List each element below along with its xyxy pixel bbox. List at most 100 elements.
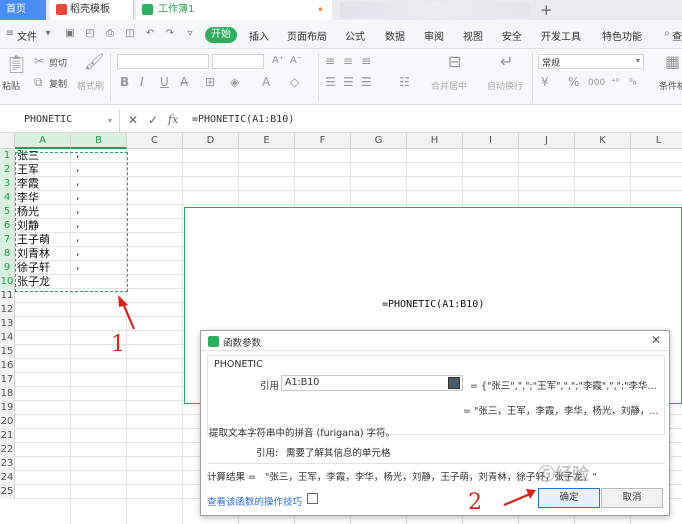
export-icon[interactable]: ◰ — [84, 28, 96, 40]
row-header-10[interactable]: 10 — [0, 275, 15, 289]
column-header-k[interactable]: K — [575, 133, 631, 149]
column-header-j[interactable]: J — [519, 133, 575, 149]
video-icon[interactable] — [307, 493, 318, 504]
menu-dev[interactable]: 开发工具 — [541, 28, 581, 43]
paste-icon[interactable]: 📋︎ — [5, 55, 28, 75]
bold-icon[interactable]: B — [120, 75, 129, 89]
menu-review[interactable]: 审阅 — [424, 28, 444, 43]
row-header-17[interactable]: 17 — [0, 373, 15, 387]
font-shrink-icon[interactable]: A⁻ — [290, 54, 302, 68]
column-header-a[interactable]: A — [15, 133, 71, 149]
cancel-button[interactable]: 取消 — [601, 488, 663, 508]
select-all-corner[interactable] — [0, 133, 15, 149]
row-header-20[interactable]: 20 — [0, 415, 15, 429]
copy-icon[interactable]: ⧉ — [34, 75, 43, 89]
font-grow-icon[interactable]: A⁺ — [272, 54, 284, 68]
tab-workbook[interactable]: 工作簿1 • — [136, 0, 332, 20]
row-header-1[interactable]: 1 — [0, 149, 15, 163]
row-header-21[interactable]: 21 — [0, 429, 15, 443]
number-format-select[interactable]: 常规 ▾ — [538, 54, 644, 69]
menu-special[interactable]: 特色功能 — [602, 28, 642, 43]
strikethrough-icon[interactable]: A̶ — [180, 75, 188, 89]
distribute-icon[interactable]: ☷ — [399, 75, 410, 89]
column-header-g[interactable]: G — [351, 133, 407, 149]
increase-decimal-icon[interactable]: ⁺⁰ — [611, 76, 619, 90]
format-painter-icon[interactable]: 🖌︎ — [84, 54, 104, 70]
cut-label[interactable]: 剪切 — [49, 56, 67, 69]
unsaved-dot-icon[interactable]: • — [317, 0, 324, 20]
font-name-select[interactable] — [117, 54, 209, 69]
column-header-l[interactable]: L — [631, 133, 682, 149]
formula-input[interactable]: =PHONETIC(A1:B10) — [192, 114, 294, 125]
currency-icon[interactable]: ¥ — [541, 75, 549, 89]
column-header-d[interactable]: D — [183, 133, 239, 149]
collapse-range-icon[interactable] — [448, 377, 460, 389]
column-header-e[interactable]: E — [239, 133, 295, 149]
column-header-i[interactable]: I — [463, 133, 519, 149]
align-left-icon[interactable]: ☰ — [325, 75, 336, 89]
thousands-icon[interactable]: 000 — [588, 76, 605, 90]
redo-icon[interactable]: ↷ — [164, 28, 176, 40]
confirm-icon[interactable]: ✓ — [148, 113, 158, 127]
align-center-icon[interactable]: ☰ — [343, 75, 354, 89]
wrap-text-icon[interactable]: ↵ — [500, 54, 513, 70]
merge-center-label[interactable]: 合并居中 — [431, 79, 467, 92]
row-header-15[interactable]: 15 — [0, 345, 15, 359]
row-header-6[interactable]: 6 — [0, 219, 15, 233]
hamburger-icon[interactable]: ≡ — [4, 28, 16, 40]
add-tab-icon[interactable]: + — [540, 0, 553, 20]
menu-search[interactable]: 查 — [672, 28, 682, 43]
row-header-13[interactable]: 13 — [0, 317, 15, 331]
align-bottom-icon[interactable]: ≡ — [361, 54, 371, 68]
tab-template[interactable]: 稻壳模板 — [50, 0, 134, 20]
paste-label[interactable]: 粘贴 — [2, 79, 20, 92]
row-header-12[interactable]: 12 — [0, 303, 15, 317]
close-icon[interactable]: ✕ — [651, 333, 661, 347]
align-right-icon[interactable]: ☰ — [361, 75, 372, 89]
row-header-11[interactable]: 11 — [0, 289, 15, 303]
font-color-icon[interactable]: A — [262, 75, 270, 89]
menu-start[interactable]: 开始 — [205, 27, 237, 43]
ok-button[interactable]: 确定 — [538, 488, 600, 508]
row-header-25[interactable]: 25 — [0, 485, 15, 499]
decrease-decimal-icon[interactable]: ⁰₀ — [629, 76, 636, 90]
italic-icon[interactable]: I — [140, 75, 144, 89]
row-header-22[interactable]: 22 — [0, 443, 15, 457]
underline-icon[interactable]: U — [160, 75, 169, 89]
merge-center-icon[interactable]: ⊟ — [448, 54, 461, 70]
border-icon[interactable]: ⊞ — [205, 75, 215, 89]
row-header-18[interactable]: 18 — [0, 387, 15, 401]
column-header-c[interactable]: C — [127, 133, 183, 149]
row-header-23[interactable]: 23 — [0, 457, 15, 471]
row-header-2[interactable]: 2 — [0, 163, 15, 177]
conditional-format-label[interactable]: 条件格 — [659, 79, 682, 92]
column-header-h[interactable]: H — [407, 133, 463, 149]
row-header-5[interactable]: 5 — [0, 205, 15, 219]
row-header-24[interactable]: 24 — [0, 471, 15, 485]
ref-input[interactable]: A1:B10 — [281, 375, 463, 391]
cancel-icon[interactable]: ✕ — [128, 113, 138, 127]
menu-insert[interactable]: 插入 — [249, 28, 269, 43]
row-header-3[interactable]: 3 — [0, 177, 15, 191]
row-header-14[interactable]: 14 — [0, 331, 15, 345]
row-header-8[interactable]: 8 — [0, 247, 15, 261]
font-size-select[interactable] — [212, 54, 264, 69]
wrap-text-label[interactable]: 自动换行 — [487, 79, 523, 92]
row-header-4[interactable]: 4 — [0, 191, 15, 205]
cut-icon[interactable]: ✂ — [34, 54, 44, 68]
menu-view[interactable]: 视图 — [463, 28, 483, 43]
name-box[interactable]: PHONETIC — [0, 109, 120, 132]
customize-icon[interactable]: ▿ — [184, 28, 196, 40]
clear-icon[interactable]: ◇ — [290, 75, 299, 89]
percent-icon[interactable]: % — [568, 75, 579, 89]
align-middle-icon[interactable]: ≡ — [343, 54, 353, 68]
undo-icon[interactable]: ↶ — [144, 28, 156, 40]
align-top-icon[interactable]: ≡ — [325, 54, 335, 68]
row-header-16[interactable]: 16 — [0, 359, 15, 373]
fx-icon[interactable]: fx — [168, 113, 178, 127]
chevron-down-icon[interactable]: ▾ — [108, 114, 112, 128]
conditional-format-icon[interactable]: ▦ — [665, 54, 680, 70]
preview-icon[interactable]: ◫ — [124, 28, 136, 40]
format-painter-label[interactable]: 格式刷 — [77, 79, 104, 92]
fill-color-icon[interactable]: ◈ — [230, 75, 239, 89]
